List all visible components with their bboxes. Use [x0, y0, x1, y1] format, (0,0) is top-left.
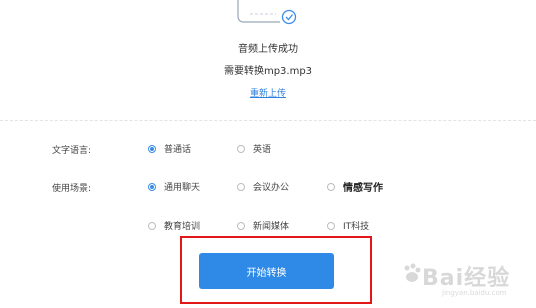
upload-status-title: 音频上传成功: [238, 44, 298, 55]
radio-unchecked-icon[interactable]: [237, 221, 245, 230]
watermark-text: Bai经验: [422, 266, 511, 291]
radio-unchecked-icon[interactable]: [237, 182, 245, 191]
radio-unchecked-icon[interactable]: [327, 182, 335, 191]
section-divider: [0, 120, 536, 121]
paw-logo-icon: [404, 263, 421, 282]
scene-option-news-media[interactable]: 新闻媒体: [237, 219, 289, 232]
audio-upload-success-icon: [237, 0, 297, 25]
scene-option-emotional-writing[interactable]: 情感写作: [327, 179, 383, 194]
radio-unchecked-icon[interactable]: [327, 221, 335, 230]
scene-option-general-chat[interactable]: 通用聊天: [148, 180, 200, 193]
language-option-mandarin[interactable]: 普通话: [148, 142, 191, 155]
baidu-jingyan-watermark: Bai经验 jingyan.baidu.com: [402, 256, 530, 304]
radio-unchecked-icon[interactable]: [148, 221, 156, 230]
start-convert-button[interactable]: 开始转换: [199, 253, 334, 289]
radio-unchecked-icon[interactable]: [237, 144, 245, 153]
scene-option-it-tech[interactable]: IT科技: [327, 219, 369, 232]
uploaded-file-name: 需要转换mp3.mp3: [223, 66, 313, 77]
scene-option-education[interactable]: 教育培训: [148, 219, 200, 232]
scene-label: 使用场景:: [52, 184, 92, 194]
radio-checked-icon[interactable]: [148, 182, 156, 191]
radio-checked-icon[interactable]: [148, 144, 156, 153]
reupload-link[interactable]: 重新上传: [0, 86, 536, 99]
watermark-url: jingyan.baidu.com: [442, 289, 507, 297]
language-option-english[interactable]: 英语: [237, 142, 271, 155]
language-label: 文字语言:: [52, 146, 92, 156]
scene-option-meeting[interactable]: 会议办公: [237, 180, 289, 193]
